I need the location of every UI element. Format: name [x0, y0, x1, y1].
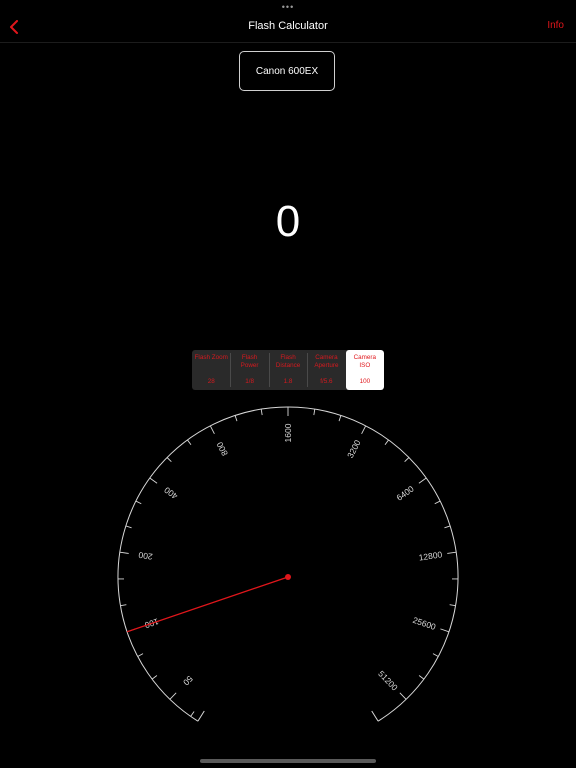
dial-labels: 5010020040080016003200640012800256005120… [138, 423, 444, 692]
segment-value: 1/8 [245, 378, 254, 385]
dial-tick [125, 525, 132, 529]
dial-tick [135, 500, 142, 505]
dial-tick [149, 477, 158, 484]
dial-tick [432, 653, 439, 657]
dial-label: 50 [181, 674, 195, 688]
dial-tick [440, 628, 450, 633]
segment-flash-distance[interactable]: Flash Distance 1.8 [268, 350, 307, 390]
dial-tick [404, 457, 410, 463]
dial-label: 12800 [418, 549, 443, 562]
back-button[interactable] [4, 16, 24, 38]
dial-label: 6400 [394, 483, 415, 502]
segment-label: Flash Power [240, 354, 259, 369]
dial-ticks [117, 406, 459, 722]
dial-tick [447, 551, 457, 554]
dial-tick [151, 675, 158, 680]
segment-value: 1.8 [283, 378, 293, 385]
flash-calculator-screen: ••• Flash Calculator Info Canon 600EX 0 … [0, 0, 576, 768]
dial-tick [418, 477, 427, 484]
flash-device-button[interactable]: Canon 600EX [239, 51, 335, 91]
parameter-selector: Flash Zoom 28 Flash Power 1/8 Flash Dist… [192, 350, 384, 390]
dial-tick [361, 425, 367, 435]
dial-label: 3200 [345, 438, 363, 460]
dial-tick [169, 692, 177, 700]
dial-end-cap-left [197, 710, 205, 722]
segment-label: Camera ISO [353, 354, 377, 369]
dial-needle[interactable] [126, 576, 289, 633]
dial-tick [190, 711, 195, 717]
dial-label: 1600 [283, 423, 293, 442]
segment-label: Flash Zoom [194, 354, 228, 361]
dial-label: 400 [162, 485, 180, 502]
segment-flash-power[interactable]: Flash Power 1/8 [230, 350, 268, 390]
dial-label: 200 [138, 550, 154, 562]
dial-tick [166, 457, 172, 463]
dial-label: 51200 [376, 669, 400, 693]
dial-rim [117, 406, 459, 722]
dial-tick [137, 653, 144, 657]
result-value: 0 [275, 197, 301, 246]
dial-tick [399, 692, 407, 700]
dial-tick [449, 604, 456, 607]
dial-tick [384, 439, 389, 446]
dial-tick [187, 439, 192, 446]
dial-tick [209, 425, 215, 435]
info-button[interactable]: Info [547, 20, 564, 31]
segment-flash-zoom[interactable]: Flash Zoom 28 [192, 350, 230, 390]
dial-label: 800 [214, 440, 230, 457]
dial-tick [338, 415, 342, 422]
dial-tick [119, 551, 129, 554]
dial-end-cap-right [371, 710, 379, 722]
segment-value: 100 [359, 378, 371, 385]
dial-tick [260, 409, 263, 416]
dial-tick [434, 500, 441, 505]
dial-label: 25600 [412, 615, 438, 632]
segment-value: f/5.6 [320, 378, 333, 385]
chevron-left-icon [10, 20, 18, 34]
segment-value: 28 [207, 378, 215, 385]
segment-camera-iso[interactable]: Camera ISO 100 [345, 350, 384, 390]
dial-hub [285, 574, 291, 580]
dial-tick [444, 525, 451, 529]
navigation-bar: Flash Calculator Info [0, 10, 576, 43]
segment-label: Camera Aperture [314, 354, 339, 369]
segment-label: Flash Distance [275, 354, 301, 369]
dial-tick [313, 409, 316, 416]
dial-tick [234, 415, 238, 422]
iso-dial[interactable]: 5010020040080016003200640012800256005120… [0, 395, 576, 750]
dial-tick [418, 675, 425, 680]
page-title: Flash Calculator [248, 20, 328, 32]
segment-camera-aperture[interactable]: Camera Aperture f/5.6 [307, 350, 345, 390]
home-indicator[interactable] [200, 759, 376, 763]
dial-tick [120, 604, 127, 607]
